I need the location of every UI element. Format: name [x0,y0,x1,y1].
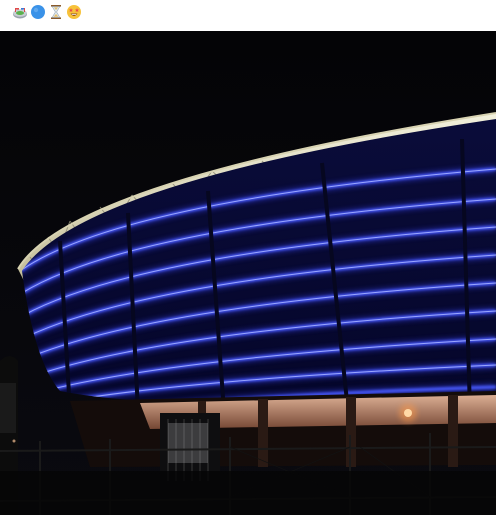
hourglass-emoji-icon [51,5,61,19]
stadium-photo [0,31,496,515]
star-struck-emoji-icon [67,5,81,19]
stadium-night-illustration [0,31,496,515]
caption-bar [0,0,496,30]
emoji-row [12,2,82,22]
blue-circle-emoji-icon [31,5,45,19]
stadium-emoji-icon [13,8,27,19]
